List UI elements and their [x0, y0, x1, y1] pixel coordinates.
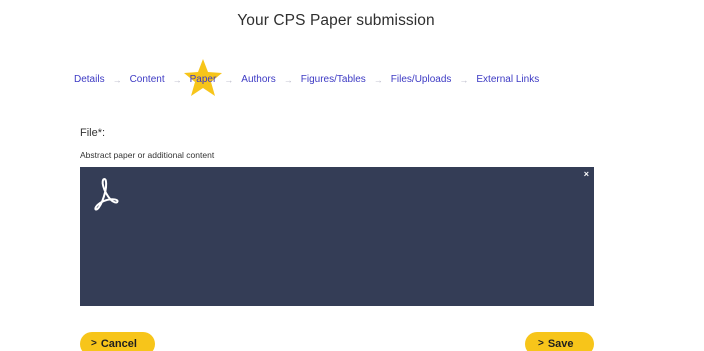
step-arrow-icon: → [112, 74, 122, 85]
pdf-icon [94, 178, 119, 211]
file-field-label: File*: [80, 127, 106, 139]
save-button[interactable]: > Save [525, 332, 594, 351]
chevron-right-icon: > [91, 338, 97, 349]
step-authors[interactable]: Authors [241, 74, 275, 85]
step-arrow-icon: → [172, 74, 182, 85]
file-field-description: Abstract paper or additional content [80, 150, 215, 160]
cancel-button-label: Cancel [100, 338, 137, 350]
step-arrow-icon: → [373, 74, 383, 85]
chevron-right-icon: > [538, 338, 544, 349]
step-arrow-icon: → [224, 74, 234, 85]
step-paper[interactable]: Paper [183, 59, 222, 96]
file-preview[interactable]: × [80, 167, 594, 306]
step-arrow-icon: → [283, 74, 293, 85]
page-title: Your CPS Paper submission [237, 12, 435, 29]
step-figures-tables[interactable]: Figures/Tables [301, 74, 366, 85]
save-button-label: Save [547, 338, 574, 350]
step-navigation: Details → Content → Paper → Authors → Fi… [74, 59, 539, 96]
step-external-links[interactable]: External Links [476, 74, 539, 85]
step-details[interactable]: Details [74, 74, 105, 85]
step-content[interactable]: Content [130, 74, 165, 85]
submission-page: Your CPS Paper submission Details → Cont… [0, 0, 704, 351]
cancel-button[interactable]: > Cancel [80, 332, 155, 351]
step-arrow-icon: → [459, 74, 469, 85]
step-files-uploads[interactable]: Files/Uploads [391, 74, 452, 85]
remove-file-close-icon[interactable]: × [584, 169, 589, 179]
